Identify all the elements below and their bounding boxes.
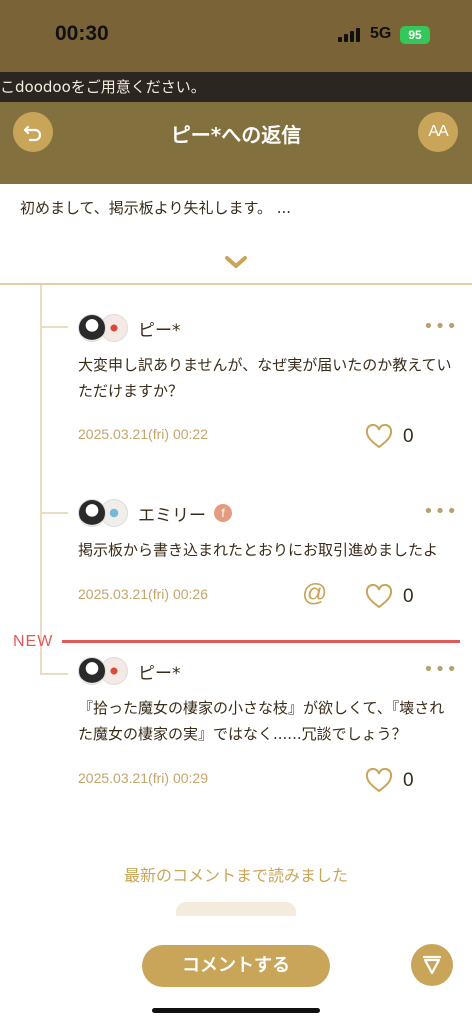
comment-date: 2025.03.21(fri) 00:26 [78, 586, 208, 602]
thread-branch [40, 326, 68, 328]
font-size-icon: AA [428, 123, 448, 140]
more-icon[interactable]: ••• [423, 659, 458, 680]
thread-line [40, 285, 42, 675]
parent-post-preview[interactable]: 初めまして、掲示板より失礼します。 ... [20, 197, 291, 218]
avatar[interactable] [78, 657, 106, 685]
battery-level: 95 [408, 28, 422, 42]
more-icon[interactable]: ••• [423, 501, 458, 522]
thread-branch [40, 673, 68, 675]
read-all-message: 最新のコメントまで読みました [123, 866, 348, 885]
user-name[interactable]: エミリー [138, 501, 206, 526]
user-name[interactable]: ピー* [138, 659, 181, 684]
network-label: 5G [370, 25, 392, 42]
user-name[interactable]: ピー* [138, 316, 181, 341]
badge-icon: f [214, 504, 232, 522]
comment-body: 掲示板から書き込まれたとおりにお取引進めましたよ [78, 541, 439, 559]
comment-body: 『拾った魔女の棲家の小さな枝』が欲しくて、『壊された魔女の棲家の実』ではなく..… [78, 699, 445, 743]
loading-indicator [176, 902, 296, 916]
heart-icon[interactable] [365, 424, 393, 450]
comment-item: ピー* ••• 『拾った魔女の棲家の小さな枝』が欲しくて、『壊された魔女の棲家の… [78, 655, 458, 805]
header: ピー*への返信 AA [0, 102, 472, 184]
signal-icon [338, 28, 360, 42]
home-indicator [152, 1008, 320, 1013]
font-size-button[interactable]: AA [418, 112, 458, 152]
status-bar: 00:30 5G 95 [0, 0, 472, 72]
avatar[interactable] [78, 499, 106, 527]
battery-icon: 95 [400, 26, 430, 44]
comment-item: エミリー f ••• 掲示板から書き込まれたとおりにお取引進めましたよ 2025… [78, 497, 458, 617]
like-count: 0 [403, 426, 414, 447]
like-count: 0 [403, 770, 414, 791]
mention-icon[interactable]: @ [302, 579, 327, 608]
avatar[interactable] [78, 314, 106, 342]
chevron-down-icon[interactable] [224, 254, 248, 270]
like-count: 0 [403, 586, 414, 607]
comment-date: 2025.03.21(fri) 00:29 [78, 770, 208, 786]
comment-button[interactable]: コメントする [142, 945, 330, 987]
more-icon[interactable]: ••• [423, 316, 458, 337]
heart-icon[interactable] [365, 584, 393, 610]
thread-branch [40, 512, 68, 514]
scroll-to-bottom-icon [422, 955, 442, 975]
comment-item: ピー* ••• 大変申し訳ありませんが、なぜ実が届いたのか教えていただけますか？… [78, 312, 458, 462]
divider [0, 283, 472, 285]
comment-body: 大変申し訳ありませんが、なぜ実が届いたのか教えていただけますか？ [78, 356, 452, 400]
new-marker: NEW [13, 633, 54, 650]
ticker-text: こdoodooをご用意ください。 [0, 78, 206, 96]
scroll-to-bottom-button[interactable] [411, 944, 453, 986]
heart-icon[interactable] [365, 768, 393, 794]
status-time: 00:30 [55, 22, 109, 45]
new-divider [62, 640, 460, 643]
announcement-ticker: こdoodooをご用意ください。 [0, 72, 472, 102]
comment-date: 2025.03.21(fri) 00:22 [78, 426, 208, 442]
page-title: ピー*への返信 [170, 123, 302, 147]
